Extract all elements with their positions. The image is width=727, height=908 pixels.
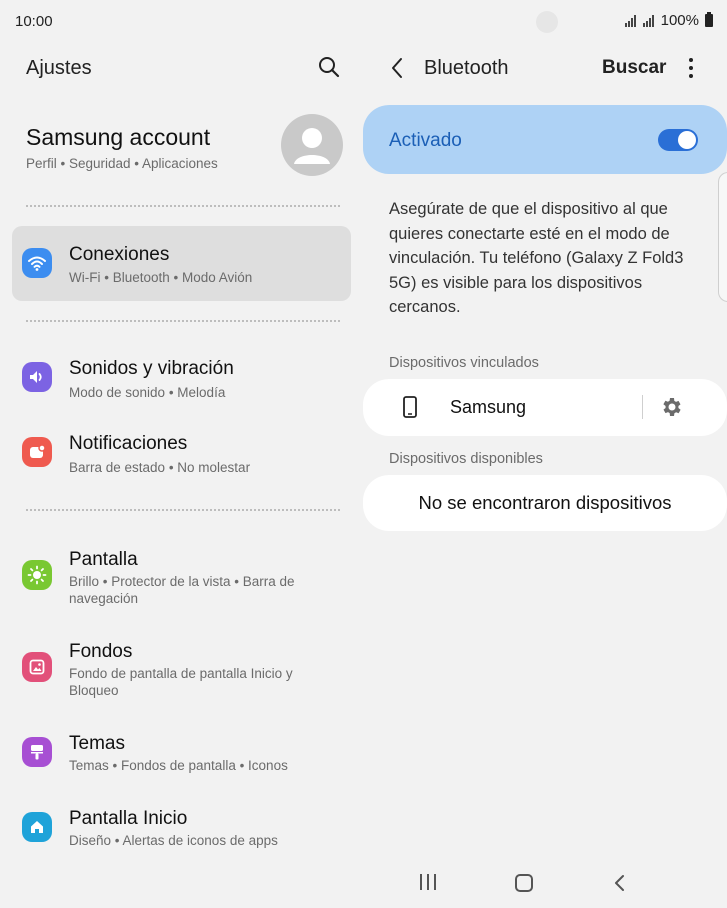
- settings-title: Ajustes: [26, 57, 92, 79]
- status-time: 10:00: [15, 13, 53, 30]
- menu-item-sonidos[interactable]: Sonidos y vibración Modo de sonido • Mel…: [12, 344, 351, 404]
- menu-item-fondos[interactable]: Fondos Fondo de pantalla de pantalla Ini…: [12, 628, 351, 708]
- available-devices-label: Dispositivos disponibles: [389, 451, 543, 467]
- divider: [26, 205, 340, 207]
- gear-icon: [663, 398, 681, 416]
- theme-brush-icon: [22, 737, 52, 767]
- chevron-left-icon: [392, 58, 402, 78]
- back-icon: [615, 875, 624, 891]
- recent-apps-button[interactable]: [420, 874, 436, 890]
- search-button[interactable]: [316, 54, 342, 80]
- paired-devices-label: Dispositivos vinculados: [389, 355, 539, 371]
- settings-pane: Ajustes Samsung account Perfil • Segurid…: [0, 44, 363, 864]
- more-options-icon[interactable]: [683, 56, 699, 80]
- edge-panel-handle[interactable]: [718, 172, 727, 302]
- notification-icon: [22, 437, 52, 467]
- menu-item-title: Pantalla: [69, 549, 138, 570]
- account-name: Samsung account: [26, 124, 211, 150]
- menu-item-temas[interactable]: Temas Temas • Fondos de pantalla • Icono…: [12, 727, 351, 787]
- navigation-bar: [0, 864, 727, 908]
- samsung-account-row[interactable]: Samsung account Perfil • Seguridad • Apl…: [0, 114, 363, 184]
- menu-item-subtitle: Modo de sonido • Melodía: [69, 385, 226, 400]
- status-bar: 10:00 100%: [0, 0, 727, 44]
- available-devices-card: No se encontraron dispositivos: [363, 475, 727, 531]
- front-camera: [536, 11, 558, 33]
- home-button[interactable]: [515, 874, 533, 892]
- menu-item-subtitle: Wi-Fi • Bluetooth • Modo Avión: [69, 270, 253, 285]
- bluetooth-toggle-row[interactable]: Activado: [363, 105, 727, 174]
- menu-item-pantalla-inicio[interactable]: Pantalla Inicio Diseño • Alertas de icon…: [12, 802, 351, 862]
- paired-device-row[interactable]: Samsung: [363, 379, 727, 436]
- wifi-icon: [22, 248, 52, 278]
- brightness-icon: [22, 560, 52, 590]
- status-indicators: 100%: [624, 12, 713, 29]
- battery-icon: [705, 12, 713, 27]
- page-title: Bluetooth: [424, 57, 509, 79]
- menu-item-subtitle: Barra de estado • No molestar: [69, 460, 251, 475]
- home-icon: [22, 812, 52, 842]
- signal-2-icon: [642, 14, 654, 27]
- no-devices-message: No se encontraron dispositivos: [418, 492, 672, 513]
- signal-1-icon: [624, 14, 636, 27]
- battery-text: 100%: [660, 12, 699, 29]
- menu-item-subtitle: Brillo • Protector de la vista • Barra d…: [69, 574, 295, 606]
- nav-back-button[interactable]: [612, 873, 628, 893]
- menu-item-title: Conexiones: [69, 244, 170, 265]
- bluetooth-switch[interactable]: [658, 129, 698, 151]
- menu-item-subtitle: Diseño • Alertas de iconos de apps: [69, 833, 278, 848]
- separator: [642, 395, 643, 419]
- person-icon: [294, 128, 330, 164]
- menu-item-notificaciones[interactable]: Notificaciones Barra de estado • No mole…: [12, 419, 351, 479]
- menu-item-title: Notificaciones: [69, 433, 188, 454]
- search-devices-button[interactable]: Buscar: [602, 57, 666, 79]
- wallpaper-icon: [22, 652, 52, 682]
- device-settings-button[interactable]: [659, 395, 683, 419]
- phone-icon: [403, 396, 417, 418]
- bluetooth-pane: Bluetooth Buscar Activado Asegúrate de q…: [363, 44, 727, 864]
- menu-item-title: Temas: [69, 733, 125, 754]
- divider: [26, 509, 340, 511]
- avatar[interactable]: [281, 114, 343, 176]
- menu-item-title: Sonidos y vibración: [69, 358, 234, 379]
- menu-item-pantalla[interactable]: Pantalla Brillo • Protector de la vista …: [12, 536, 351, 616]
- pairing-description: Asegúrate de que el dispositivo al que q…: [389, 200, 684, 316]
- menu-item-subtitle: Fondo de pantalla de pantalla Inicio y B…: [69, 666, 293, 698]
- toggle-label: Activado: [389, 130, 462, 151]
- back-button[interactable]: [387, 56, 409, 80]
- divider: [26, 320, 340, 322]
- menu-item-title: Pantalla Inicio: [69, 808, 188, 829]
- account-subtitle: Perfil • Seguridad • Aplicaciones: [26, 156, 218, 171]
- menu-item-conexiones[interactable]: Conexiones Wi-Fi • Bluetooth • Modo Avió…: [12, 226, 351, 301]
- volume-icon: [22, 362, 52, 392]
- device-name: Samsung: [450, 397, 527, 417]
- menu-item-title: Fondos: [69, 641, 133, 662]
- search-icon: [319, 57, 340, 78]
- menu-item-subtitle: Temas • Fondos de pantalla • Iconos: [69, 758, 288, 773]
